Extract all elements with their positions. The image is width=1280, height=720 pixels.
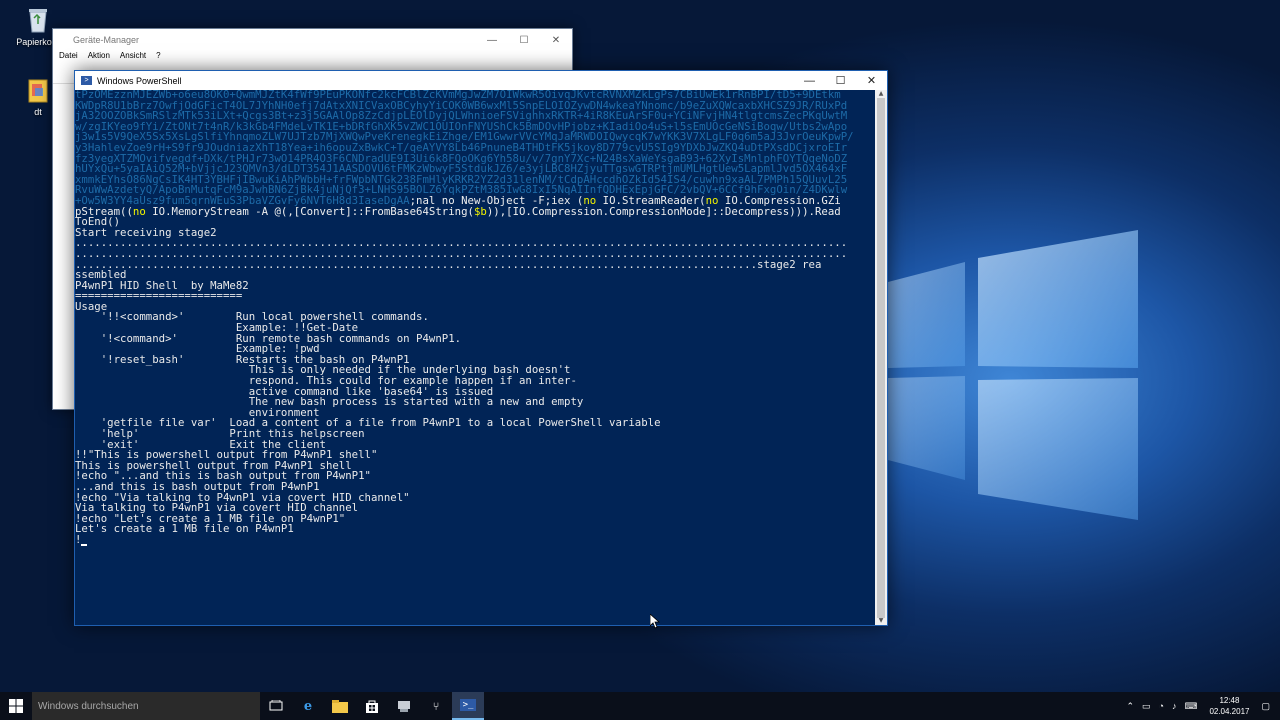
- scroll-down-icon[interactable]: ▼: [875, 617, 887, 625]
- command-text: IO.MemoryStream -A @(,[Convert]::FromBas…: [145, 204, 474, 218]
- task-view-icon: [269, 700, 283, 711]
- start-button[interactable]: [0, 692, 32, 720]
- minimize-button[interactable]: —: [794, 75, 825, 87]
- window-title: Geräte-Manager: [73, 35, 140, 45]
- edge-icon: e: [303, 698, 313, 714]
- scrollbar-thumb[interactable]: [877, 98, 885, 618]
- powershell-titlebar[interactable]: > Windows PowerShell — ☐ ✕: [75, 71, 887, 90]
- close-button[interactable]: ✕: [540, 35, 572, 46]
- output-line: ........................................…: [75, 257, 822, 271]
- keyword: no: [132, 204, 146, 218]
- folder-icon: [25, 76, 51, 104]
- minimize-button[interactable]: —: [476, 35, 508, 46]
- base64-payload: tPzOMEzznMJEZWb+o6eu8OK0+QwmMJZtK4fWf9PE…: [75, 90, 875, 228]
- start-icon: [9, 699, 23, 713]
- menu-item-datei[interactable]: Datei: [59, 51, 78, 65]
- command-line: pStream((no IO.MemoryStream -A @(,[Conve…: [75, 204, 875, 218]
- scroll-up-icon[interactable]: ▲: [875, 90, 887, 98]
- close-button[interactable]: ✕: [856, 74, 887, 87]
- menu-item-help[interactable]: ?: [156, 51, 160, 65]
- clock-time: 12:48: [1219, 696, 1240, 705]
- maximize-button[interactable]: ☐: [825, 74, 856, 87]
- recycle-bin-icon: [25, 6, 51, 34]
- menu-item-ansicht[interactable]: Ansicht: [120, 51, 146, 65]
- taskbar: Windows durchsuchen e ⑂ >_ ⌃ ▭ ◔ ♪ ⌨ 12:…: [0, 692, 1280, 720]
- store-button[interactable]: [356, 692, 388, 720]
- explorer-icon: [332, 699, 348, 713]
- output-line: Let's create a 1 MB file on P4wnP1: [75, 522, 294, 536]
- network-icon[interactable]: ▭: [1142, 701, 1151, 712]
- notification-icon[interactable]: ▢: [1261, 701, 1270, 712]
- output-line: ==========================: [75, 289, 243, 303]
- console-output[interactable]: tPzOMEzznMJEZWb+o6eu8OK0+QwmMJZtK4fWf9PE…: [75, 90, 875, 625]
- window-title: Windows PowerShell: [97, 75, 182, 86]
- git-button[interactable]: ⑂: [420, 692, 452, 720]
- explorer-button[interactable]: [324, 692, 356, 720]
- vertical-scrollbar[interactable]: ▲ ▼: [875, 90, 887, 625]
- maximize-button[interactable]: ☐: [508, 35, 540, 46]
- search-box[interactable]: Windows durchsuchen: [32, 692, 260, 720]
- menu-bar: Datei Aktion Ansicht ?: [53, 51, 572, 65]
- edge-button[interactable]: e: [292, 692, 324, 720]
- powershell-window[interactable]: > Windows PowerShell — ☐ ✕ tPzOMEzznMJEZ…: [74, 70, 888, 626]
- wifi-icon[interactable]: ◔: [1159, 701, 1164, 711]
- powershell-icon: >: [81, 76, 92, 85]
- clock-date: 02.04.2017: [1209, 707, 1250, 716]
- menu-item-aktion[interactable]: Aktion: [88, 51, 110, 65]
- command-text: )),[IO.Compression.CompressionMode]::Dec…: [486, 204, 841, 218]
- chevron-up-icon[interactable]: ⌃: [1126, 701, 1134, 712]
- network-share-icon: [398, 701, 410, 712]
- prompt-line[interactable]: !: [75, 534, 875, 546]
- stage-output: Start receiving stage2 .................…: [75, 227, 875, 281]
- system-tray: ⌃ ▭ ◔ ♪ ⌨ 12:48 02.04.2017 ▢: [1122, 692, 1280, 720]
- device-manager-titlebar[interactable]: Geräte-Manager — ☐ ✕: [53, 29, 572, 51]
- powershell-icon: >_: [460, 699, 476, 711]
- text-cursor: [81, 543, 88, 546]
- store-icon: [366, 700, 378, 713]
- volume-icon[interactable]: ♪: [1172, 701, 1177, 711]
- task-view-button[interactable]: [260, 692, 292, 720]
- network-share-button[interactable]: [388, 692, 420, 720]
- powershell-taskbar-button[interactable]: >_: [452, 692, 484, 720]
- keyboard-icon[interactable]: ⌨: [1184, 701, 1197, 712]
- git-icon: ⑂: [432, 699, 440, 713]
- help-output: P4wnP1 HID Shell by MaMe82 =============…: [75, 280, 875, 536]
- clock[interactable]: 12:48 02.04.2017: [1209, 695, 1249, 717]
- variable: $b: [473, 204, 487, 218]
- mouse-pointer-icon: [650, 614, 660, 629]
